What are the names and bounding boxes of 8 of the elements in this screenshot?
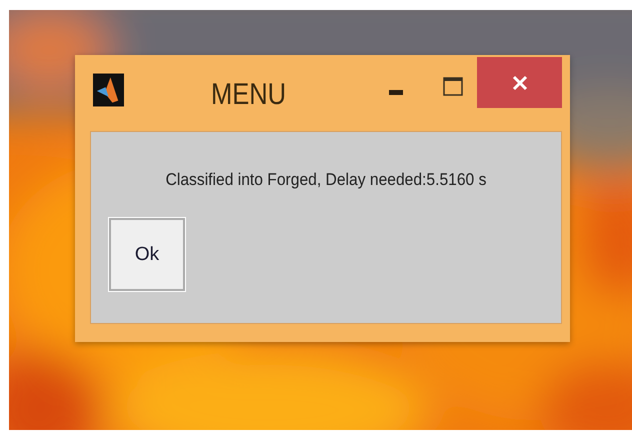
close-button[interactable] [477, 57, 562, 108]
app-logo-icon [93, 73, 124, 107]
maximize-icon [443, 77, 463, 97]
window-title: MENU [211, 78, 286, 112]
minimize-icon [389, 90, 403, 96]
close-icon [512, 74, 528, 90]
message-text: Classified into Forged, Delay needed:5.5160 s [164, 170, 488, 190]
ok-button[interactable]: Ok [109, 218, 185, 291]
